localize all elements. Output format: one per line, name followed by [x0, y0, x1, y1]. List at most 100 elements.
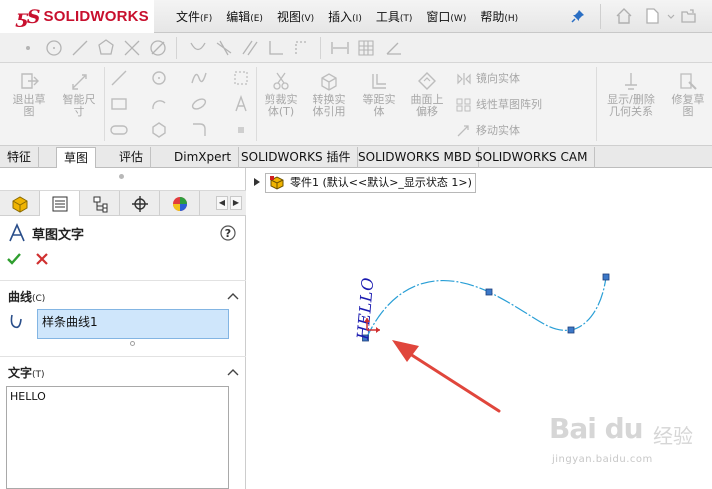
help-icon[interactable]: ? [220, 225, 236, 241]
logo-mark: ƽS [16, 5, 41, 28]
text-section-title[interactable]: 文字(T) [8, 364, 45, 381]
diameter-icon[interactable] [148, 38, 168, 58]
smart-dimension-button[interactable]: 智能尺 寸 [56, 70, 102, 118]
property-manager-panel: ◀ ▶ 草图文字 ? 曲线(C) 样条曲线1 文字(T) HELLO [0, 168, 246, 489]
chamfer-icon[interactable] [214, 38, 234, 58]
menu-insert[interactable]: 插入(I) [328, 8, 362, 25]
ellipse-tool-icon[interactable] [190, 95, 208, 113]
tab-evaluate[interactable]: 评估 [112, 147, 152, 168]
circle-tool-icon[interactable] [150, 69, 168, 87]
tab-scroll-right-button[interactable]: ▶ [230, 196, 242, 210]
linear-pattern-button[interactable]: 线性草图阵列 [456, 96, 542, 112]
list-item[interactable]: 样条曲线1 [42, 313, 224, 330]
trim-quick-icon[interactable] [122, 38, 142, 58]
display-delete-relations-button[interactable]: 显示/删除 几何关系 [600, 70, 662, 118]
horizontal-dimension-icon[interactable] [330, 38, 350, 58]
sketch-text-icon [9, 223, 25, 242]
offset-entities-button[interactable]: 等距实 体 [356, 70, 402, 118]
tab-display-manager[interactable] [160, 191, 200, 216]
open-folder-icon[interactable] [680, 7, 698, 25]
sketch-text-on-curve[interactable]: HELLO [353, 276, 377, 341]
rectangle-tool-icon[interactable] [110, 95, 128, 113]
feature-manager-icon [12, 195, 27, 213]
tab-sketch[interactable]: 草图 [56, 147, 97, 168]
baidu-watermark: Bai du 经验 jingyan.baidu.com [549, 412, 709, 484]
polygon-tool-icon[interactable] [150, 121, 168, 139]
move-icon [457, 125, 469, 137]
text-tool-icon[interactable] [232, 95, 250, 113]
menu-view[interactable]: 视图(V) [277, 8, 314, 25]
panel-grip-handle[interactable] [119, 174, 124, 179]
exit-sketch-button[interactable]: 退出草 图 [6, 70, 52, 118]
new-document-icon[interactable] [643, 7, 661, 25]
angle-icon[interactable] [384, 38, 404, 58]
fillet-icon[interactable] [188, 38, 208, 58]
spline-tool-icon[interactable] [190, 69, 208, 87]
spline-point-handle[interactable] [485, 288, 493, 296]
cancel-x-icon[interactable] [34, 251, 50, 267]
property-manager-header: 草图文字 ? [6, 223, 242, 243]
offset-on-surface-button[interactable]: 曲面上 偏移 [404, 70, 450, 118]
spline-point-handle[interactable] [602, 273, 610, 281]
tab-features[interactable]: 特征 [0, 147, 40, 168]
tab-feature-manager[interactable] [0, 191, 40, 216]
tab-mbd[interactable]: SOLIDWORKS MBD [351, 147, 480, 168]
curve-selection-list[interactable]: 样条曲线1 [37, 309, 229, 339]
sketch-text-input[interactable]: HELLO [6, 386, 229, 489]
manager-tabs: ◀ ▶ [0, 190, 246, 216]
circle-icon[interactable] [44, 38, 64, 58]
slot-tool-icon[interactable] [110, 121, 128, 139]
list-resize-handle[interactable] [130, 341, 135, 346]
perpendicular-icon[interactable] [266, 38, 286, 58]
sketch-fillet-icon[interactable] [190, 121, 208, 139]
watermark-cn: 经验 [653, 424, 693, 448]
plane-tool-icon[interactable] [232, 69, 250, 87]
menu-edit[interactable]: 编辑(E) [226, 8, 263, 25]
main-menu: 文件(F) 编辑(E) 视图(V) 插入(I) 工具(T) 窗口(W) 帮助(H… [176, 0, 532, 33]
point-tool-icon[interactable] [232, 121, 250, 139]
ok-check-icon[interactable] [6, 251, 22, 267]
ribbon-divider [596, 67, 597, 141]
collapse-text-icon[interactable] [227, 367, 239, 377]
logo-text: SOLIDWORKS [43, 8, 149, 25]
construction-line-icon[interactable] [292, 38, 312, 58]
tab-scroll-left-button[interactable]: ◀ [216, 196, 228, 210]
watermark-brand: Bai du [549, 412, 644, 445]
line-tool-icon[interactable] [110, 69, 128, 87]
tab-dimxpert[interactable]: DimXpert [167, 147, 240, 168]
pin-icon[interactable] [571, 9, 585, 23]
command-manager-tabs: 特征 草图 评估 DimXpert SOLIDWORKS 插件 SOLIDWOR… [0, 146, 712, 168]
relations-icon [625, 73, 637, 90]
convert-entities-button[interactable]: 转换实 体引用 [306, 70, 352, 118]
grid-icon[interactable] [356, 38, 376, 58]
parallel-icon[interactable] [240, 38, 260, 58]
solidworks-logo[interactable]: ƽS SOLIDWORKS [0, 0, 154, 33]
polygon-icon[interactable] [96, 38, 116, 58]
repair-sketch-button[interactable]: 修复草 图 [665, 70, 711, 118]
collapse-curves-icon[interactable] [227, 291, 239, 301]
chevron-down-icon[interactable] [667, 7, 675, 25]
tab-property-manager[interactable] [40, 191, 80, 216]
menu-tools[interactable]: 工具(T) [376, 8, 413, 25]
spline-point-handle[interactable] [567, 326, 575, 334]
curves-section-title[interactable]: 曲线(C) [8, 288, 45, 305]
section-divider [0, 280, 246, 281]
tab-addins[interactable]: SOLIDWORKS 插件 [234, 147, 359, 168]
section-divider [0, 356, 246, 357]
tab-configuration-manager[interactable] [80, 191, 120, 216]
svg-text:?: ? [225, 227, 231, 240]
sketch-ribbon: 退出草 图 智能尺 寸 剪裁实 体(T) 转换实 体引用 等距实 体 曲面上 偏… [0, 63, 712, 146]
mirror-entities-button[interactable]: 镜向实体 [456, 70, 520, 86]
menu-file[interactable]: 文件(F) [176, 8, 212, 25]
menu-help[interactable]: 帮助(H) [480, 8, 518, 25]
home-icon[interactable] [615, 7, 633, 25]
move-entities-button[interactable]: 移动实体 [456, 122, 520, 138]
title-menu-bar: ƽS SOLIDWORKS 文件(F) 编辑(E) 视图(V) 插入(I) 工具… [0, 0, 712, 33]
arc-tool-icon[interactable] [150, 95, 168, 113]
line-icon[interactable] [70, 38, 90, 58]
trim-entities-button[interactable]: 剪裁实 体(T) [258, 70, 304, 118]
menu-window[interactable]: 窗口(W) [426, 8, 466, 25]
point-icon[interactable] [18, 38, 38, 58]
tab-cam[interactable]: SOLIDWORKS CAM [468, 147, 596, 168]
tab-dimxpert-manager[interactable] [120, 191, 160, 216]
